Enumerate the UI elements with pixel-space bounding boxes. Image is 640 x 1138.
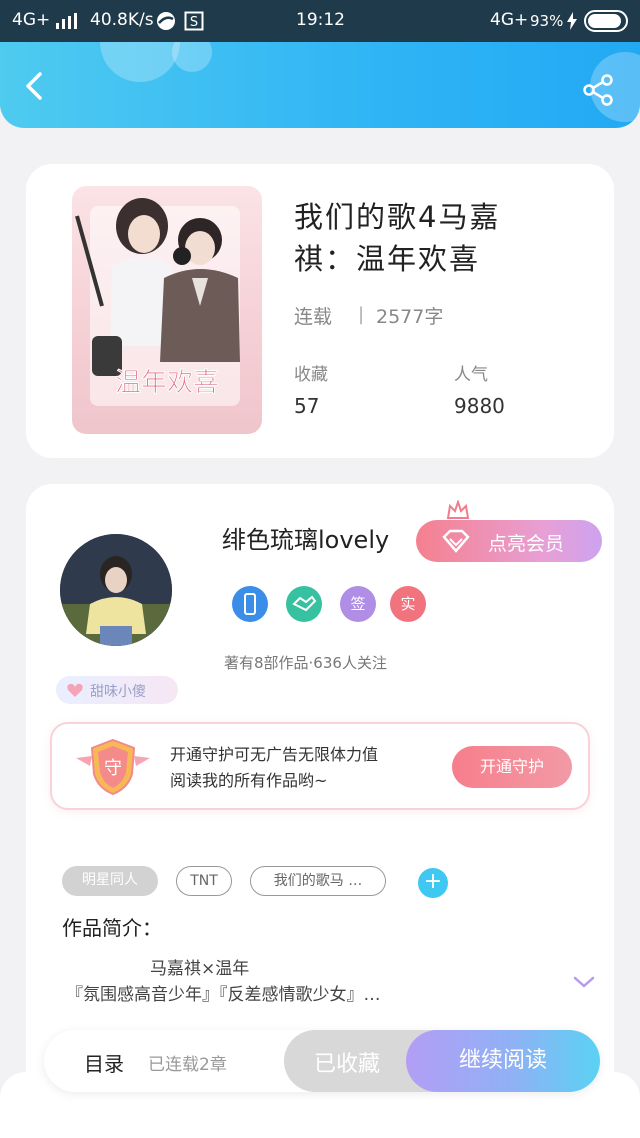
network-speed: 40.8K/s [90,10,154,30]
tag-celebrity-fanfic[interactable]: 明星同人 [62,866,158,896]
serial-status: 连载 [294,306,333,328]
chevron-down-icon[interactable] [572,972,596,992]
tag-our-song[interactable]: 我们的歌马 … [250,866,386,896]
favorites-label: 收藏 [294,365,328,385]
network-type-right: 4G+ [490,10,529,30]
author-name[interactable]: 绯色琉璃lovely [222,520,389,555]
crown-icon [446,500,470,519]
add-tag-button[interactable]: + [418,868,448,898]
network-type: 4G+ [12,10,51,30]
back-icon[interactable] [16,68,52,104]
guard-banner: 守 开通守护可无广告无限体力值 阅读我的所有作品哟~ 开通守护 [50,722,590,810]
guard-description: 开通守护可无广告无限体力值 阅读我的所有作品哟~ [170,745,379,790]
phone-badge-icon[interactable] [232,586,268,622]
header-bar [0,42,640,128]
word-count: 2577字 [376,306,444,328]
svg-text:S: S [190,15,198,30]
continue-reading-button[interactable]: 继续阅读 [406,1030,600,1092]
sign-badge-icon[interactable]: 签 [340,586,376,622]
favorites-value: 57 [294,394,320,418]
popularity-label: 人气 [454,365,488,385]
charging-icon [567,12,577,30]
verified-badge-icon[interactable]: 实 [390,586,426,622]
svg-text:守: 守 [104,758,122,779]
intro-line: 马嘉祺×温年 [150,959,250,979]
book-cover-image[interactable]: 温年欢喜 [72,186,262,434]
app-notification-icon [157,12,175,30]
author-meta: 著有8部作品·636人关注 [224,654,387,672]
divider: | [358,304,365,325]
cover-title-text: 温年欢喜 [115,368,219,398]
diamond-icon [442,529,470,553]
author-avatar[interactable] [60,534,172,646]
handshake-badge-icon[interactable] [286,586,322,622]
vip-activate-button[interactable]: 点亮会员 [416,520,602,562]
popularity-value: 9880 [454,394,505,418]
guard-shield-icon: 守 [76,738,150,796]
status-bar: 4G+ 40.8K/s S 19:12 4G+ 93% [0,0,640,42]
intro-line: 『氛围感高音少年』『反差感情歌少女』… [66,985,381,1005]
cover-illustration: 温年欢喜 [75,198,240,406]
notification-s-icon: S [184,11,204,31]
signal-icon [56,13,78,29]
bottom-action-bar: 目录 已连载2章 已收藏 继续阅读 [44,1030,600,1092]
clock: 19:12 [296,10,345,30]
intro-title: 作品简介： [62,916,162,940]
battery-icon [584,10,628,32]
tag-tnt[interactable]: TNT [176,866,232,896]
chapter-count: 已连载2章 [148,1055,227,1075]
battery-percent: 93% [530,12,564,30]
share-icon[interactable] [580,72,616,108]
open-guard-button[interactable]: 开通守护 [452,746,572,788]
heart-icon [67,683,83,697]
table-of-contents-button[interactable]: 目录 [84,1048,124,1077]
book-title: 我们的歌4马嘉 祺：温年欢喜 [294,200,501,276]
fan-tag: 甜味小傻 [56,676,178,704]
